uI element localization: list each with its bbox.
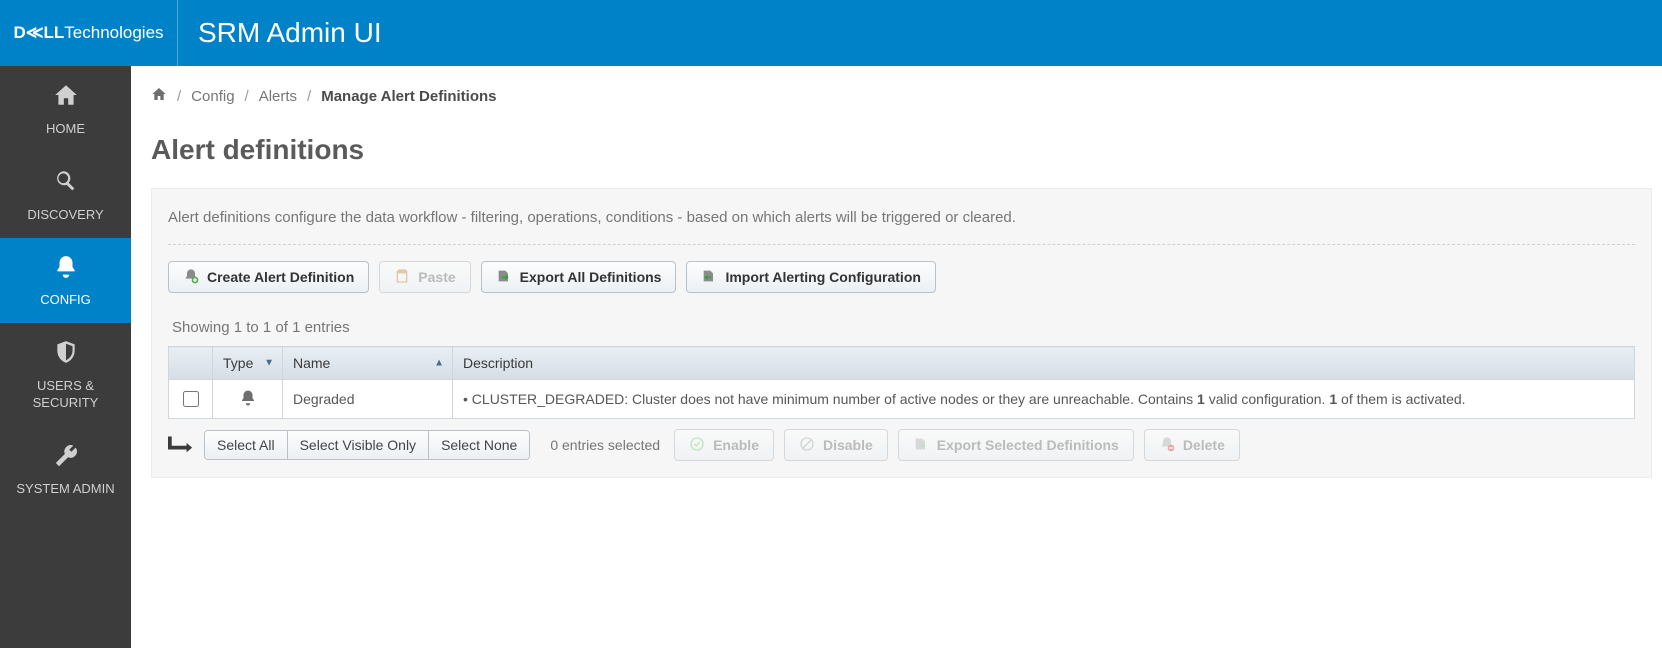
- search-icon: [53, 168, 79, 199]
- button-label: Export Selected Definitions: [937, 438, 1119, 452]
- sidebar-item-users-security[interactable]: USERS & SECURITY: [0, 323, 131, 426]
- import-icon: [701, 268, 717, 286]
- alert-definitions-table: Type ▼ Name ▲ Description: [168, 346, 1635, 419]
- breadcrumb: / Config / Alerts / Manage Alert Definit…: [151, 86, 1652, 106]
- export-icon: [496, 268, 512, 286]
- sidebar-item-label: USERS & SECURITY: [6, 378, 125, 412]
- bell-plus-icon: [183, 268, 199, 286]
- breadcrumb-alerts[interactable]: Alerts: [259, 88, 297, 105]
- button-label: Disable: [823, 438, 873, 452]
- col-label: Type: [223, 355, 253, 371]
- breadcrumb-current: Manage Alert Definitions: [321, 88, 496, 105]
- col-description[interactable]: Description: [453, 347, 1635, 380]
- breadcrumb-sep: /: [177, 88, 181, 105]
- button-label: Export All Definitions: [520, 270, 662, 284]
- delete-button[interactable]: Delete: [1144, 429, 1240, 461]
- sort-asc-icon: ▲: [434, 358, 444, 369]
- row-checkbox[interactable]: [183, 391, 199, 407]
- brand-logo: D≪LLTechnologies: [0, 0, 178, 66]
- table-row[interactable]: Degraded • CLUSTER_DEGRADED: Cluster doe…: [169, 380, 1635, 419]
- breadcrumb-config[interactable]: Config: [191, 88, 234, 105]
- main-content: / Config / Alerts / Manage Alert Definit…: [131, 66, 1662, 648]
- sidebar-item-discovery[interactable]: DISCOVERY: [0, 152, 131, 238]
- enable-button[interactable]: Enable: [674, 429, 774, 461]
- export-all-definitions-button[interactable]: Export All Definitions: [481, 261, 677, 293]
- top-bar: D≪LLTechnologies SRM Admin UI: [0, 0, 1662, 66]
- page-title: Alert definitions: [151, 134, 1652, 166]
- selection-arrow-icon: [168, 434, 194, 457]
- bell-icon: [53, 254, 79, 285]
- paste-button[interactable]: Paste: [379, 261, 470, 293]
- sidebar-item-home[interactable]: HOME: [0, 66, 131, 152]
- breadcrumb-sep: /: [307, 88, 311, 105]
- bell-icon: [239, 394, 257, 410]
- paste-icon: [394, 268, 410, 286]
- disable-button[interactable]: Disable: [784, 429, 888, 461]
- breadcrumb-home-icon[interactable]: [151, 86, 167, 106]
- showing-entries-text: Showing 1 to 1 of 1 entries: [172, 319, 1635, 336]
- row-description-cell: • CLUSTER_DEGRADED: Cluster does not hav…: [453, 380, 1635, 419]
- selected-count-text: 0 entries selected: [550, 437, 660, 453]
- sidebar-item-label: CONFIG: [40, 292, 91, 309]
- sidebar: HOME DISCOVERY CONFIG USERS & SECURITY S…: [0, 66, 131, 648]
- divider: [168, 244, 1635, 245]
- sidebar-item-config[interactable]: CONFIG: [0, 238, 131, 324]
- content-panel: Alert definitions configure the data wor…: [151, 188, 1652, 478]
- row-name-cell: Degraded: [283, 380, 453, 419]
- select-none-button[interactable]: Select None: [429, 431, 529, 459]
- sidebar-item-system-admin[interactable]: SYSTEM ADMIN: [0, 426, 131, 512]
- sidebar-item-label: HOME: [46, 121, 85, 138]
- bell-delete-icon: [1159, 436, 1175, 454]
- button-label: Import Alerting Configuration: [725, 270, 920, 284]
- check-circle-icon: [689, 436, 705, 454]
- selection-segment: Select All Select Visible Only Select No…: [204, 430, 530, 460]
- prohibit-icon: [799, 436, 815, 454]
- sidebar-item-label: DISCOVERY: [27, 207, 103, 224]
- button-label: Delete: [1183, 438, 1225, 452]
- col-type[interactable]: Type ▼: [213, 347, 283, 380]
- sort-desc-icon: ▼: [264, 358, 274, 369]
- import-alerting-configuration-button[interactable]: Import Alerting Configuration: [686, 261, 935, 293]
- col-checkbox: [169, 347, 213, 380]
- shield-icon: [53, 339, 79, 370]
- wrench-icon: [53, 442, 79, 473]
- select-visible-only-button[interactable]: Select Visible Only: [288, 431, 429, 459]
- breadcrumb-sep: /: [245, 88, 249, 105]
- export-selected-definitions-button[interactable]: Export Selected Definitions: [898, 429, 1134, 461]
- toolbar: Create Alert Definition Paste Export All…: [168, 261, 1635, 293]
- export-icon: [913, 436, 929, 454]
- table-footer: Select All Select Visible Only Select No…: [168, 429, 1635, 461]
- home-icon: [53, 82, 79, 113]
- panel-description: Alert definitions configure the data wor…: [168, 209, 1635, 226]
- app-title: SRM Admin UI: [178, 17, 382, 49]
- create-alert-definition-button[interactable]: Create Alert Definition: [168, 261, 369, 293]
- col-name[interactable]: Name ▲: [283, 347, 453, 380]
- col-label: Name: [293, 355, 330, 371]
- button-label: Enable: [713, 438, 759, 452]
- sidebar-item-label: SYSTEM ADMIN: [16, 481, 114, 498]
- button-label: Create Alert Definition: [207, 270, 354, 284]
- button-label: Paste: [418, 270, 455, 284]
- select-all-button[interactable]: Select All: [205, 431, 288, 459]
- col-label: Description: [463, 355, 533, 371]
- brand-logo-text: D≪LLTechnologies: [13, 23, 163, 43]
